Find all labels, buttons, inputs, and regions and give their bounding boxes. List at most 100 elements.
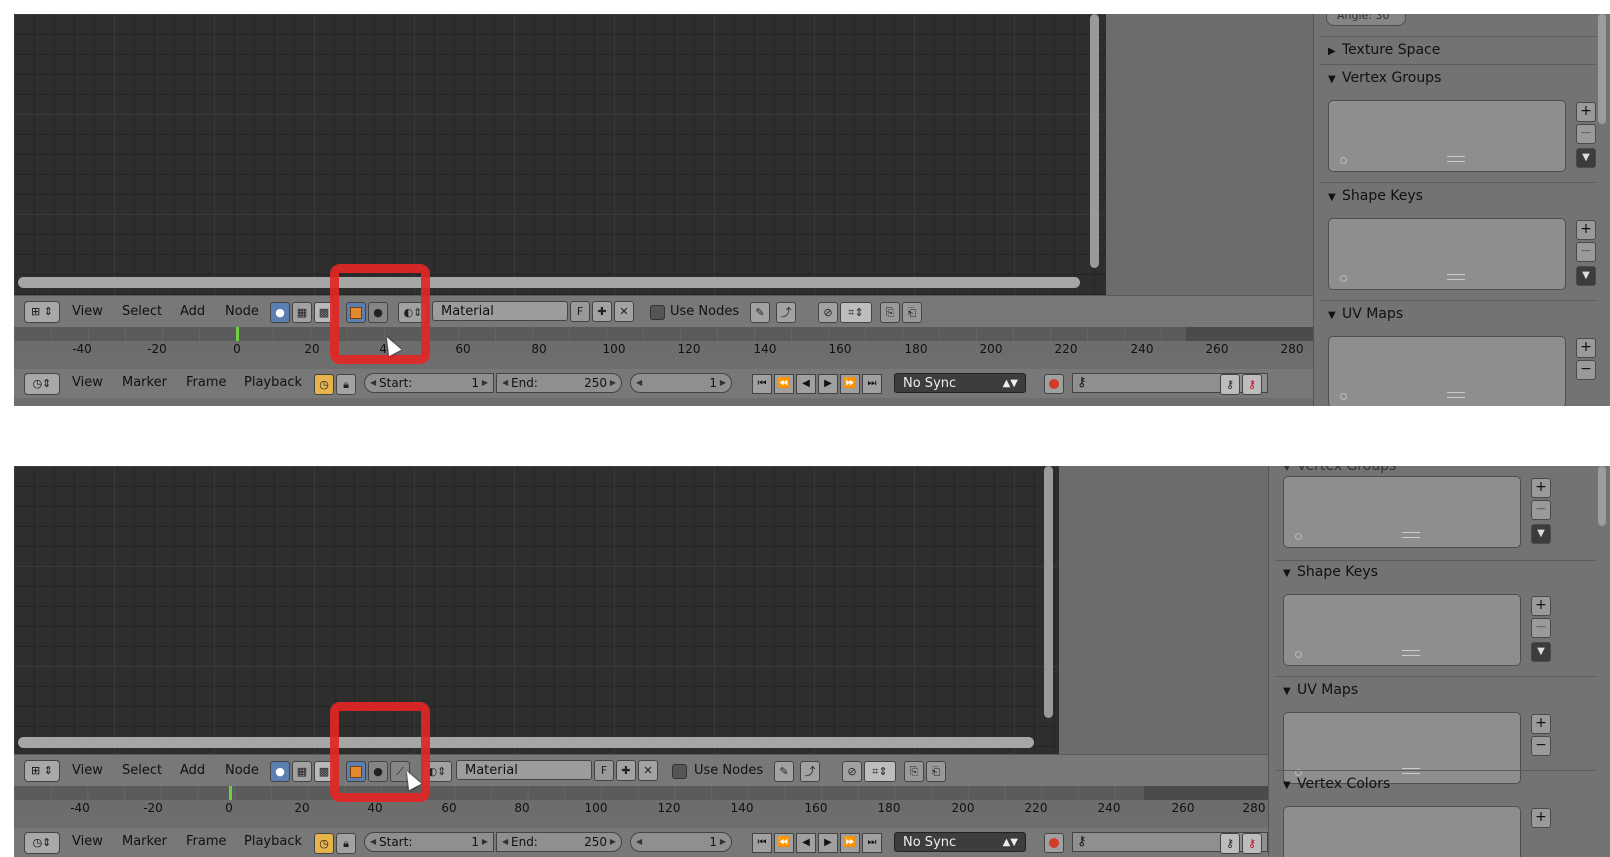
menu-select[interactable]: Select: [122, 304, 162, 319]
delete-keyframe-icon[interactable]: ⚷: [1242, 833, 1262, 854]
insert-keyframe-icon[interactable]: ⚷: [1220, 833, 1240, 854]
end-frame-field[interactable]: ◀ End: 250 ▶: [496, 832, 622, 852]
snap-element-icon[interactable]: ⌗⇕: [864, 761, 896, 782]
lock-icon[interactable]: 🔒︎: [336, 833, 356, 854]
timeline-ruler[interactable]: -40 -20 0 20 40 60 80 100 120 140 160 18…: [14, 327, 1314, 357]
menu-view[interactable]: View: [72, 763, 103, 778]
shape-keys-list[interactable]: [1283, 594, 1521, 666]
end-frame-field[interactable]: ◀ End: 250 ▶: [496, 373, 622, 393]
start-frame-field[interactable]: ◀ Start: 1 ▶: [364, 832, 494, 852]
specials-menu-icon[interactable]: ▼: [1531, 524, 1551, 544]
unlink-icon[interactable]: ✕: [638, 760, 658, 781]
sync-dropdown[interactable]: No Sync ▲▼: [894, 373, 1026, 393]
shape-keys-list[interactable]: [1328, 218, 1566, 290]
next-keyframe-icon[interactable]: ⏩: [840, 374, 860, 394]
panel-vertex-colors[interactable]: ▼ Vertex Colors: [1283, 776, 1390, 792]
menu-select[interactable]: Select: [122, 763, 162, 778]
shader-icon[interactable]: ●: [270, 761, 290, 782]
preview-range-icon[interactable]: ◷: [314, 833, 334, 854]
sync-dropdown[interactable]: No Sync ▲▼: [894, 832, 1026, 852]
timeline-ruler[interactable]: -40 -20 0 20 40 60 80 100 120 140 160 18…: [14, 786, 1269, 816]
jump-start-icon[interactable]: ⏮: [752, 374, 772, 394]
menu-add[interactable]: Add: [180, 304, 205, 319]
play-reverse-icon[interactable]: ◀: [796, 833, 816, 853]
prev-keyframe-icon[interactable]: ⏪: [774, 833, 794, 853]
properties-scrollbar[interactable]: [1598, 466, 1606, 526]
lock-icon[interactable]: 🔒︎: [336, 374, 356, 395]
vertex-groups-list[interactable]: [1328, 100, 1566, 172]
record-icon[interactable]: [1044, 833, 1064, 853]
node-editor-canvas[interactable]: [14, 466, 1059, 754]
timeline-editor-type-button[interactable]: ◷⇕: [24, 373, 60, 395]
node-editor-canvas[interactable]: [14, 14, 1106, 295]
node-editor-vscroll[interactable]: [1044, 466, 1053, 718]
parent-icon[interactable]: ⤴: [800, 761, 820, 782]
delete-keyframe-icon[interactable]: ⚷: [1242, 374, 1262, 395]
jump-end-icon[interactable]: ⏭: [862, 374, 882, 394]
jump-end-icon[interactable]: ⏭: [862, 833, 882, 853]
minus-icon[interactable]: −: [1531, 618, 1551, 638]
play-icon[interactable]: ▶: [818, 374, 838, 394]
timeline-menu-frame[interactable]: Frame: [186, 375, 227, 390]
next-keyframe-icon[interactable]: ⏩: [840, 833, 860, 853]
fake-user-button[interactable]: F: [570, 301, 590, 322]
current-frame-field[interactable]: ◀ 1 ▶: [630, 373, 732, 393]
menu-view[interactable]: View: [72, 304, 103, 319]
plus-icon[interactable]: ✚: [592, 301, 612, 322]
properties-scrollbar[interactable]: [1598, 14, 1606, 124]
timeline-menu-view[interactable]: View: [72, 375, 103, 390]
auto-smooth-angle-field[interactable]: Angle: 30°: [1326, 14, 1407, 26]
snap-icon[interactable]: ⊘: [842, 761, 862, 782]
material-name-field[interactable]: Material: [432, 301, 568, 321]
snap-element-icon[interactable]: ⌗⇕: [840, 302, 872, 323]
paste-nodes-icon[interactable]: ⎗: [926, 761, 946, 782]
minus-icon[interactable]: −: [1576, 242, 1596, 262]
fake-user-button[interactable]: F: [594, 760, 614, 781]
minus-icon[interactable]: −: [1531, 500, 1551, 520]
menu-node[interactable]: Node: [225, 304, 259, 319]
use-nodes-checkbox[interactable]: [650, 305, 665, 320]
pin-icon[interactable]: ✎: [774, 761, 794, 782]
panel-texture-space[interactable]: ▶ Texture Space: [1328, 42, 1440, 58]
plus-icon[interactable]: +: [1531, 478, 1551, 498]
plus-icon[interactable]: +: [1531, 596, 1551, 616]
menu-node[interactable]: Node: [225, 763, 259, 778]
panel-vertex-groups[interactable]: ▼ Vertex Groups: [1328, 70, 1441, 86]
specials-menu-icon[interactable]: ▼: [1576, 266, 1596, 286]
parent-icon[interactable]: ⤴: [776, 302, 796, 323]
specials-menu-icon[interactable]: ▼: [1531, 642, 1551, 662]
timeline-menu-playback[interactable]: Playback: [244, 375, 302, 390]
plus-icon[interactable]: +: [1531, 714, 1551, 734]
copy-nodes-icon[interactable]: ⎘: [880, 302, 900, 323]
node-editor-hscroll[interactable]: [18, 277, 1080, 288]
plus-icon[interactable]: +: [1576, 220, 1596, 240]
texture-tree-icon[interactable]: ▦: [292, 302, 312, 323]
node-editor-vscroll[interactable]: [1090, 14, 1099, 268]
minus-icon[interactable]: −: [1531, 736, 1551, 756]
editor-type-button[interactable]: ⊞ ⇕: [24, 301, 60, 323]
snap-icon[interactable]: ⊘: [818, 302, 838, 323]
vertex-colors-list[interactable]: [1283, 806, 1521, 857]
plus-icon[interactable]: +: [1576, 102, 1596, 122]
panel-shape-keys[interactable]: ▼ Shape Keys: [1328, 188, 1423, 204]
plus-icon[interactable]: +: [1576, 338, 1596, 358]
material-name-field[interactable]: Material: [456, 760, 592, 780]
start-frame-field[interactable]: ◀ Start: 1 ▶: [364, 373, 494, 393]
use-nodes-checkbox[interactable]: [672, 764, 687, 779]
jump-start-icon[interactable]: ⏮: [752, 833, 772, 853]
copy-nodes-icon[interactable]: ⎘: [904, 761, 924, 782]
pin-icon[interactable]: ✎: [750, 302, 770, 323]
unlink-icon[interactable]: ✕: [614, 301, 634, 322]
timeline-menu-view[interactable]: View: [72, 834, 103, 849]
minus-icon[interactable]: −: [1576, 360, 1596, 380]
timeline-menu-frame[interactable]: Frame: [186, 834, 227, 849]
current-frame-field[interactable]: ◀ 1 ▶: [630, 832, 732, 852]
minus-icon[interactable]: −: [1576, 124, 1596, 144]
timeline-editor-type-button[interactable]: ◷⇕: [24, 832, 60, 854]
insert-keyframe-icon[interactable]: ⚷: [1220, 374, 1240, 395]
specials-menu-icon[interactable]: ▼: [1576, 148, 1596, 168]
prev-keyframe-icon[interactable]: ⏪: [774, 374, 794, 394]
plus-icon[interactable]: +: [1531, 808, 1551, 828]
timeline-menu-marker[interactable]: Marker: [122, 834, 167, 849]
texture-tree-icon[interactable]: ▦: [292, 761, 312, 782]
